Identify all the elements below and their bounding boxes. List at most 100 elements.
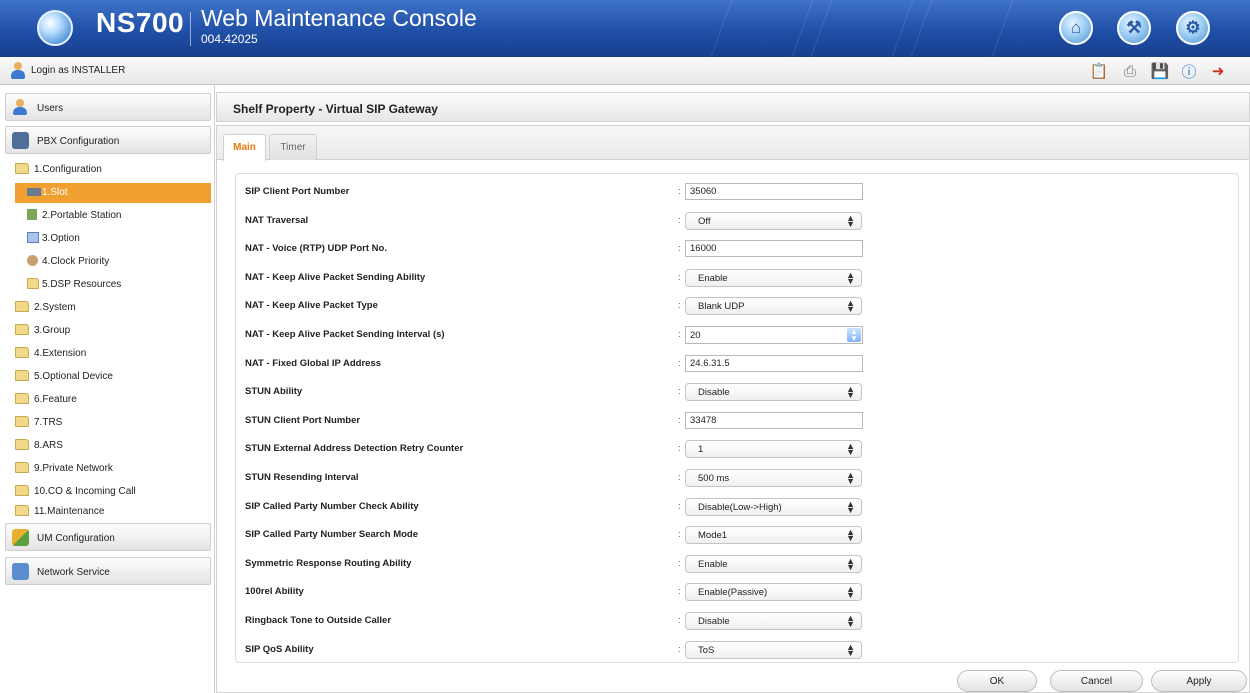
select-dropdown[interactable]: ▲ ▼ Mode1 [685,526,862,544]
field-label: STUN Ability [245,386,303,397]
network-service-icon [12,563,29,580]
logout-icon[interactable]: ➜ [1208,61,1228,81]
chevron-updown-icon: ▲ ▼ [846,213,855,229]
sidebar [0,85,215,693]
field-value: 24.6.31.5 [690,358,730,369]
field-separator: : [678,644,681,655]
login-bar: Login as INSTALLER 📋 ⎙ 💾 ⓘ ➜ [0,57,1250,85]
folder-open-icon [15,163,29,174]
tree-item-label: 9.Private Network [34,463,113,474]
sidebar-item-network-service[interactable]: Network Service [5,557,211,585]
folder-icon [15,301,29,312]
field-separator: : [678,472,681,483]
select-dropdown[interactable]: ▲ ▼ Enable(Passive) [685,583,862,601]
field-label: NAT - Keep Alive Packet Sending Interval… [245,329,445,340]
ok-button[interactable]: OK [957,670,1037,692]
brand-divider [190,12,191,46]
spinner-arrows-icon[interactable]: ▲ ▼ [847,328,861,343]
home-icon[interactable]: ⌂ [1059,11,1093,45]
field-label: 100rel Ability [245,586,304,597]
field-value: Disable(Low->High) [698,502,782,513]
chevron-updown-icon: ▲ ▼ [846,441,855,457]
header-decoration [701,0,821,57]
tree-item-label: 11.Maintenance [34,506,105,517]
select-dropdown[interactable]: ▲ ▼ 1 [685,440,862,458]
clock-priority-icon [27,255,38,266]
tree-item-label: 1.Configuration [34,164,102,175]
sidebar-item-um-configuration[interactable]: UM Configuration [5,523,211,551]
select-dropdown[interactable]: ▲ ▼ 500 ms [685,469,862,487]
field-separator: : [678,272,681,283]
field-value: Enable [698,273,728,284]
field-separator: : [678,558,681,569]
field-separator: : [678,386,681,397]
field-separator: : [678,443,681,454]
tree-item-label: 4.Clock Priority [42,256,110,267]
apply-button[interactable]: Apply [1151,670,1247,692]
tree-item-label: 10.CO & Incoming Call [34,486,136,497]
select-dropdown[interactable]: ▲ ▼ Enable [685,555,862,573]
chevron-updown-icon: ▲ ▼ [846,384,855,400]
field-label: SIP Called Party Number Check Ability [245,501,419,512]
number-spinner[interactable]: ▲ ▼ 20 [685,326,863,344]
tree-item-label: 8.ARS [34,440,63,451]
field-label: NAT - Voice (RTP) UDP Port No. [245,243,387,254]
header-decoration [801,0,921,57]
folder-icon [27,278,39,289]
folder-icon [15,505,29,516]
console-version: 004.42025 [201,32,258,46]
select-dropdown[interactable]: ▲ ▼ Disable(Low->High) [685,498,862,516]
sidebar-item-pbx-configuration[interactable]: PBX Configuration [5,126,211,154]
field-label: NAT Traversal [245,215,309,226]
text-input[interactable]: 16000 [685,240,863,257]
tree-item-label: 2.Portable Station [42,210,122,221]
text-input[interactable]: 24.6.31.5 [685,355,863,372]
field-separator: : [678,586,681,597]
tab-timer[interactable]: Timer [269,134,317,160]
um-configuration-icon [12,529,29,546]
select-dropdown[interactable]: ▲ ▼ Disable [685,383,862,401]
cancel-button[interactable]: Cancel [1050,670,1143,692]
field-separator: : [678,529,681,540]
folder-icon [15,347,29,358]
select-dropdown[interactable]: ▲ ▼ Blank UDP [685,297,862,315]
field-separator: : [678,215,681,226]
field-label: SIP QoS Ability [245,644,314,655]
text-input[interactable]: 35060 [685,183,863,200]
field-label: STUN External Address Detection Retry Co… [245,443,464,454]
field-label: Ringback Tone to Outside Caller [245,615,392,626]
sidebar-item-label: PBX Configuration [37,136,120,147]
field-value: Enable(Passive) [698,587,768,598]
maintenance-icon[interactable]: ⚒ [1117,11,1151,45]
field-value: Off [698,216,711,227]
chevron-updown-icon: ▲ ▼ [846,470,855,486]
field-separator: : [678,186,681,197]
field-label: NAT - Fixed Global IP Address [245,358,382,369]
header-decoration [901,0,1021,57]
settings-icon[interactable]: ⚙ [1176,11,1210,45]
report-icon[interactable]: 📋 [1089,61,1109,81]
select-dropdown[interactable]: ▲ ▼ Disable [685,612,862,630]
sidebar-item-label: UM Configuration [37,533,115,544]
select-dropdown[interactable]: ▲ ▼ ToS [685,641,862,659]
text-input[interactable]: 33478 [685,412,863,429]
tree-item-label: 5.Optional Device [34,371,113,382]
folder-icon [15,393,29,404]
field-separator: : [678,415,681,426]
save-icon[interactable]: 💾 [1150,61,1170,81]
sidebar-item-users[interactable]: Users [5,93,211,121]
option-icon [27,232,39,243]
tab-main[interactable]: Main [223,134,266,161]
page-titlebar: Shelf Property - Virtual SIP Gateway [216,92,1250,122]
chevron-updown-icon: ▲ ▼ [846,499,855,515]
chevron-updown-icon: ▲ ▼ [846,556,855,572]
field-label: Symmetric Response Routing Ability [245,558,412,569]
select-dropdown[interactable]: ▲ ▼ Off [685,212,862,230]
info-icon[interactable]: ⓘ [1179,61,1199,81]
chevron-updown-icon: ▲ ▼ [846,298,855,314]
select-dropdown[interactable]: ▲ ▼ Enable [685,269,862,287]
print-icon[interactable]: ⎙ [1120,61,1140,81]
field-separator: : [678,243,681,254]
field-value: Disable [698,387,730,398]
tree-item-label: 4.Extension [34,348,87,359]
